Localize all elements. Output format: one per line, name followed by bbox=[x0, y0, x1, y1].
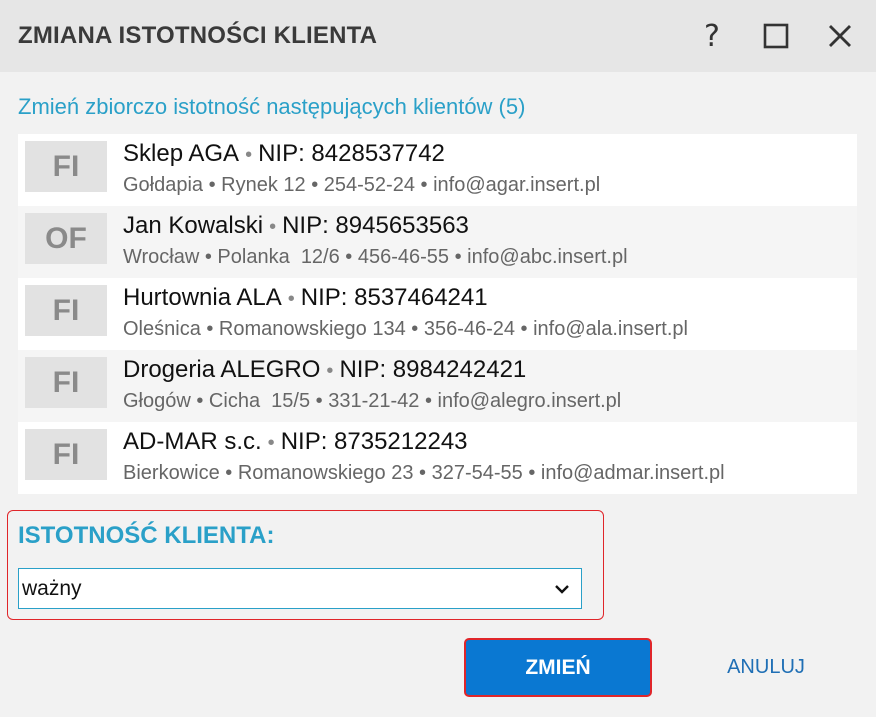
client-type-badge: FI bbox=[25, 429, 107, 480]
client-details: Wrocław • Polanka 12/6 • 456-46-55 • inf… bbox=[123, 246, 628, 268]
client-row: OF Jan Kowalski • NIP: 8945653563 Wrocław … bbox=[18, 206, 857, 278]
client-row: FI AD-MAR s.c. • NIP: 8735212243 Bierkowic… bbox=[18, 422, 857, 494]
client-header: AD-MAR s.c. • NIP: 8735212243 bbox=[123, 428, 468, 456]
client-type-badge: OF bbox=[25, 213, 107, 264]
separator-dot: • bbox=[269, 216, 277, 238]
client-nip: NIP: 8537464241 bbox=[300, 284, 488, 311]
client-details: Bierkowice • Romanowskiego 23 • 327-54-5… bbox=[123, 462, 725, 484]
client-type-badge: FI bbox=[25, 357, 107, 408]
help-button[interactable]: ? bbox=[694, 18, 730, 54]
client-header: Jan Kowalski • NIP: 8945653563 bbox=[123, 212, 469, 240]
separator-dot: • bbox=[326, 360, 334, 382]
maximize-button[interactable] bbox=[758, 18, 794, 54]
client-details: Oleśnica • Romanowskiego 134 • 356-46-24… bbox=[123, 318, 688, 340]
help-icon: ? bbox=[704, 18, 720, 54]
chevron-down-icon bbox=[555, 585, 569, 594]
separator-dot: • bbox=[287, 288, 295, 310]
client-nip: NIP: 8428537742 bbox=[258, 140, 445, 167]
separator-dot: • bbox=[267, 432, 275, 454]
client-name: AD-MAR s.c. bbox=[123, 428, 262, 455]
client-type-badge: FI bbox=[25, 285, 107, 336]
client-nip: NIP: 8735212243 bbox=[280, 428, 468, 455]
importance-select-value: ważny bbox=[22, 577, 82, 600]
client-header: Drogeria ALEGRO • NIP: 8984242421 bbox=[123, 356, 526, 384]
client-row: FI Sklep AGA • NIP: 8428537742 Gołdapia • … bbox=[18, 134, 857, 206]
client-nip: NIP: 8984242421 bbox=[339, 356, 527, 383]
client-type-badge: FI bbox=[25, 141, 107, 192]
client-name: Hurtownia ALA bbox=[123, 284, 282, 311]
client-list: FI Sklep AGA • NIP: 8428537742 Gołdapia • … bbox=[18, 134, 857, 494]
close-button[interactable] bbox=[822, 18, 858, 54]
close-icon bbox=[829, 25, 851, 47]
client-header: Sklep AGA • NIP: 8428537742 bbox=[123, 140, 445, 168]
client-header: Hurtownia ALA • NIP: 8537464241 bbox=[123, 284, 488, 312]
client-details: Głogów • Cicha 15/5 • 331-21-42 • info@a… bbox=[123, 390, 622, 412]
client-nip: NIP: 8945653563 bbox=[282, 212, 469, 239]
importance-select[interactable]: ważny bbox=[18, 568, 582, 609]
maximize-icon bbox=[763, 23, 789, 49]
cancel-button[interactable]: ANULUJ bbox=[706, 638, 826, 697]
importance-field-label: ISTOTNOŚĆ KLIENTA: bbox=[18, 522, 275, 549]
client-name: Jan Kowalski bbox=[123, 212, 264, 239]
dialog-subtitle: Zmień zbiorczo istotność następujących k… bbox=[18, 94, 526, 119]
title-bar: ZMIANA ISTOTNOŚCI KLIENTA ? bbox=[0, 0, 876, 72]
dialog-title: ZMIANA ISTOTNOŚCI KLIENTA bbox=[18, 22, 378, 49]
separator-dot: • bbox=[245, 144, 253, 166]
confirm-button[interactable]: ZMIEŃ bbox=[464, 638, 652, 697]
client-details: Gołdapia • Rynek 12 • 254-52-24 • info@a… bbox=[123, 174, 601, 196]
client-row: FI Drogeria ALEGRO • NIP: 8984242421 Głogó… bbox=[18, 350, 857, 422]
client-name: Sklep AGA bbox=[123, 140, 240, 167]
client-row: FI Hurtownia ALA • NIP: 8537464241 Oleśnic… bbox=[18, 278, 857, 350]
client-name: Drogeria ALEGRO bbox=[123, 356, 321, 383]
